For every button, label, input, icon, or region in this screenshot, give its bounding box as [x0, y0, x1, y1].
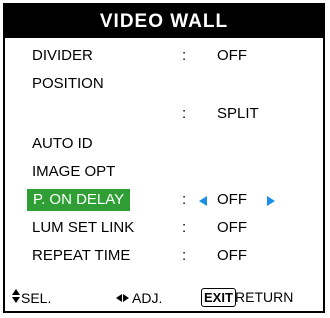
menu-item-p-on-delay[interactable]: P. ON DELAY : OFF: [5, 188, 323, 212]
menu-item-label: REPEAT TIME: [32, 247, 131, 264]
select-hint-label: SEL.: [21, 290, 52, 306]
menu-item-label: IMAGE OPT: [32, 163, 116, 180]
arrow-left-icon[interactable]: [199, 196, 207, 206]
menu-item-colon: :: [182, 105, 187, 122]
menu-item-colon: :: [182, 219, 187, 236]
video-wall-menu: VIDEO WALL DIVIDER : OFF POSITION : SPLI…: [3, 3, 325, 313]
menu-item-label: POSITION: [32, 75, 104, 92]
menu-item-position-value[interactable]: : SPLIT: [5, 102, 323, 126]
menu-item-colon: :: [182, 191, 187, 208]
right-arrow-icon: [123, 294, 129, 302]
menu-item-value: OFF: [217, 191, 247, 208]
menu-item-value: OFF: [217, 247, 247, 264]
left-arrow-icon: [116, 294, 122, 302]
adjust-hint-label: ADJ.: [132, 290, 163, 306]
menu-item-value: OFF: [217, 219, 247, 236]
menu-item-lum-set-link[interactable]: LUM SET LINK : OFF: [5, 216, 323, 240]
down-arrow-icon: [12, 297, 20, 303]
menu-item-divider[interactable]: DIVIDER : OFF: [5, 44, 323, 68]
menu-item-colon: :: [182, 247, 187, 264]
menu-item-label: AUTO ID: [32, 135, 93, 152]
menu-item-label-selected: P. ON DELAY: [27, 189, 131, 211]
exit-key-icon: EXIT: [201, 288, 236, 307]
menu-item-value: OFF: [217, 47, 247, 64]
menu-item-image-opt[interactable]: IMAGE OPT: [5, 160, 323, 184]
menu-item-repeat-time[interactable]: REPEAT TIME : OFF: [5, 244, 323, 268]
menu-item-auto-id[interactable]: AUTO ID: [5, 132, 323, 156]
menu-item-value: SPLIT: [217, 105, 259, 122]
menu-title: VIDEO WALL: [5, 5, 323, 38]
arrow-right-icon[interactable]: [267, 196, 275, 206]
menu-item-label: LUM SET LINK: [32, 219, 135, 236]
menu-footer: SEL. ADJ. EXIT RETURN: [5, 285, 323, 311]
return-hint-label: RETURN: [235, 289, 294, 305]
menu-item-label: DIVIDER: [32, 47, 93, 64]
menu-item-position[interactable]: POSITION: [5, 72, 323, 96]
menu-item-colon: :: [182, 47, 187, 64]
up-arrow-icon: [12, 289, 20, 295]
